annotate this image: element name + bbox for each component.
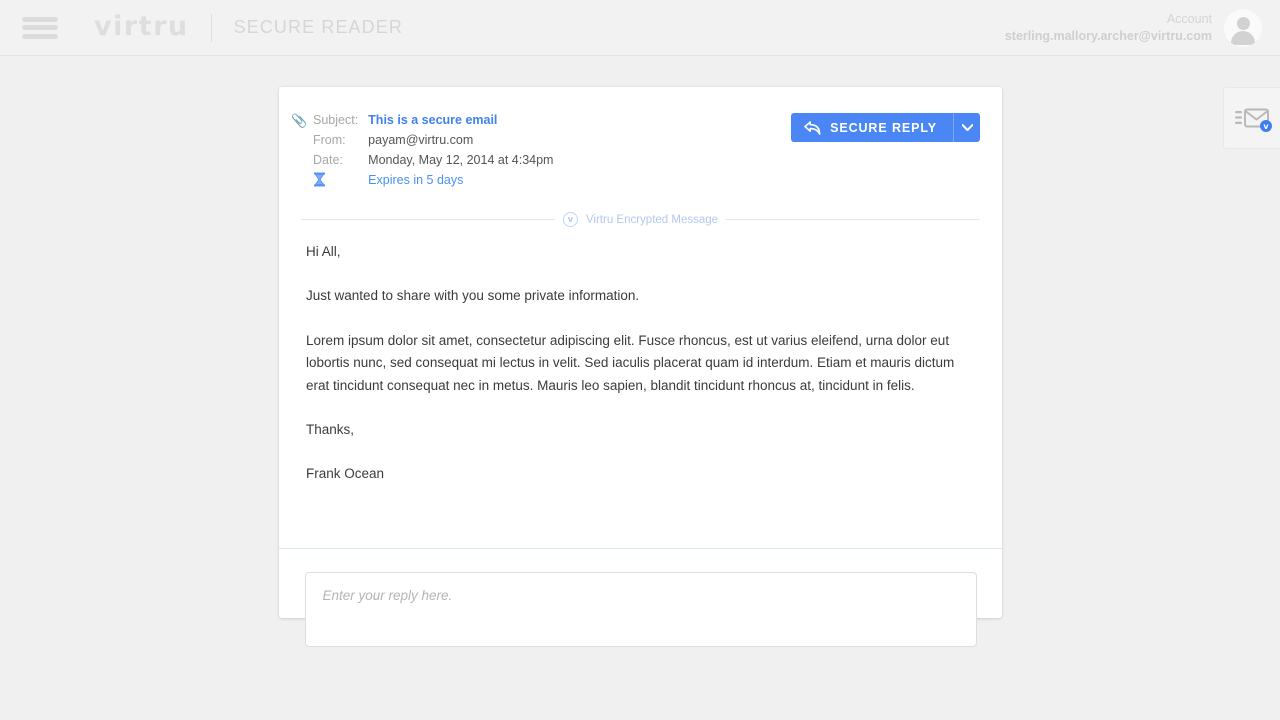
virtru-logo: virtru	[94, 11, 189, 42]
date-label: Date:	[313, 153, 343, 167]
message-body: Hi All, Just wanted to share with you so…	[279, 227, 1002, 486]
hourglass-icon	[313, 172, 326, 192]
expires-value[interactable]: Expires in 5 days	[368, 172, 553, 195]
paperclip-icon: 📎	[291, 113, 308, 128]
subject-value: This is a secure email	[368, 113, 498, 127]
from-value: payam@virtru.com	[368, 133, 474, 147]
message-header: 📎 Subject: This is a secure email From: …	[279, 87, 1002, 195]
hamburger-menu-icon[interactable]	[22, 14, 58, 42]
avatar-head	[1236, 16, 1250, 30]
encrypted-message-banner: v Virtru Encrypted Message	[301, 212, 981, 227]
hamburger-bar	[22, 33, 58, 39]
subject-label: Subject:	[313, 113, 359, 127]
account-label: Account	[1166, 11, 1212, 26]
hamburger-bar	[22, 16, 58, 22]
product-name: SECURE READER	[233, 17, 403, 37]
secure-reply-label: SECURE REPLY	[830, 120, 937, 135]
body-signoff: Thanks,	[306, 422, 355, 438]
body-paragraph: Lorem ipsum dolor sit amet, consectetur …	[306, 332, 955, 393]
hamburger-bar	[22, 25, 58, 30]
secure-reply-button-group[interactable]: SECURE REPLY	[791, 113, 980, 142]
brand-area: virtru SECURE READER	[94, 11, 403, 42]
secure-message-card: 📎 Subject: This is a secure email From: …	[279, 87, 1002, 647]
banner-line-right	[726, 219, 981, 220]
user-avatar-icon[interactable]	[1224, 8, 1262, 47]
brand-divider	[210, 13, 212, 42]
meta-row-date: Date: Monday, May 12, 2014 at 4:34pm	[291, 152, 553, 172]
app-header: virtru SECURE READER Account sterling.ma…	[0, 0, 1280, 56]
virtru-shield-icon: v	[562, 212, 578, 227]
message-meta-table: 📎 Subject: This is a secure email From: …	[291, 112, 553, 195]
virtru-badge: v	[1260, 120, 1272, 132]
date-value: Monday, May 12, 2014 at 4:34pm	[368, 153, 554, 167]
body-intro: Just wanted to share with you some priva…	[306, 288, 640, 304]
body-signature: Frank Ocean	[306, 466, 385, 482]
meta-row-expires: Expires in 5 days	[291, 172, 553, 195]
body-greeting: Hi All,	[306, 244, 341, 259]
avatar-body	[1231, 30, 1255, 45]
meta-row-subject: 📎 Subject: This is a secure email	[291, 112, 553, 132]
encrypted-banner-label: Virtru Encrypted Message	[585, 213, 719, 226]
account-text: Account sterling.mallory.archer@virtru.c…	[1005, 11, 1212, 45]
account-area[interactable]: Account sterling.mallory.archer@virtru.c…	[1005, 8, 1262, 47]
reply-input[interactable]	[304, 572, 977, 647]
meta-row-from: From: payam@virtru.com	[291, 132, 553, 152]
chevron-down-icon	[961, 124, 973, 131]
secure-reply-dropdown-button[interactable]	[953, 113, 980, 142]
from-label: From:	[313, 133, 346, 147]
secure-mail-tab[interactable]: v	[1223, 87, 1280, 149]
account-email: sterling.mallory.archer@virtru.com	[1004, 28, 1212, 43]
page-stage: v 📎 Subject: This is a secure email From…	[0, 56, 1280, 720]
reply-composer	[279, 549, 1002, 647]
reply-arrow-icon	[804, 120, 821, 135]
secure-reply-button[interactable]: SECURE REPLY	[791, 113, 953, 142]
secure-mail-icon: v	[1235, 106, 1272, 132]
banner-line-left	[301, 219, 555, 220]
